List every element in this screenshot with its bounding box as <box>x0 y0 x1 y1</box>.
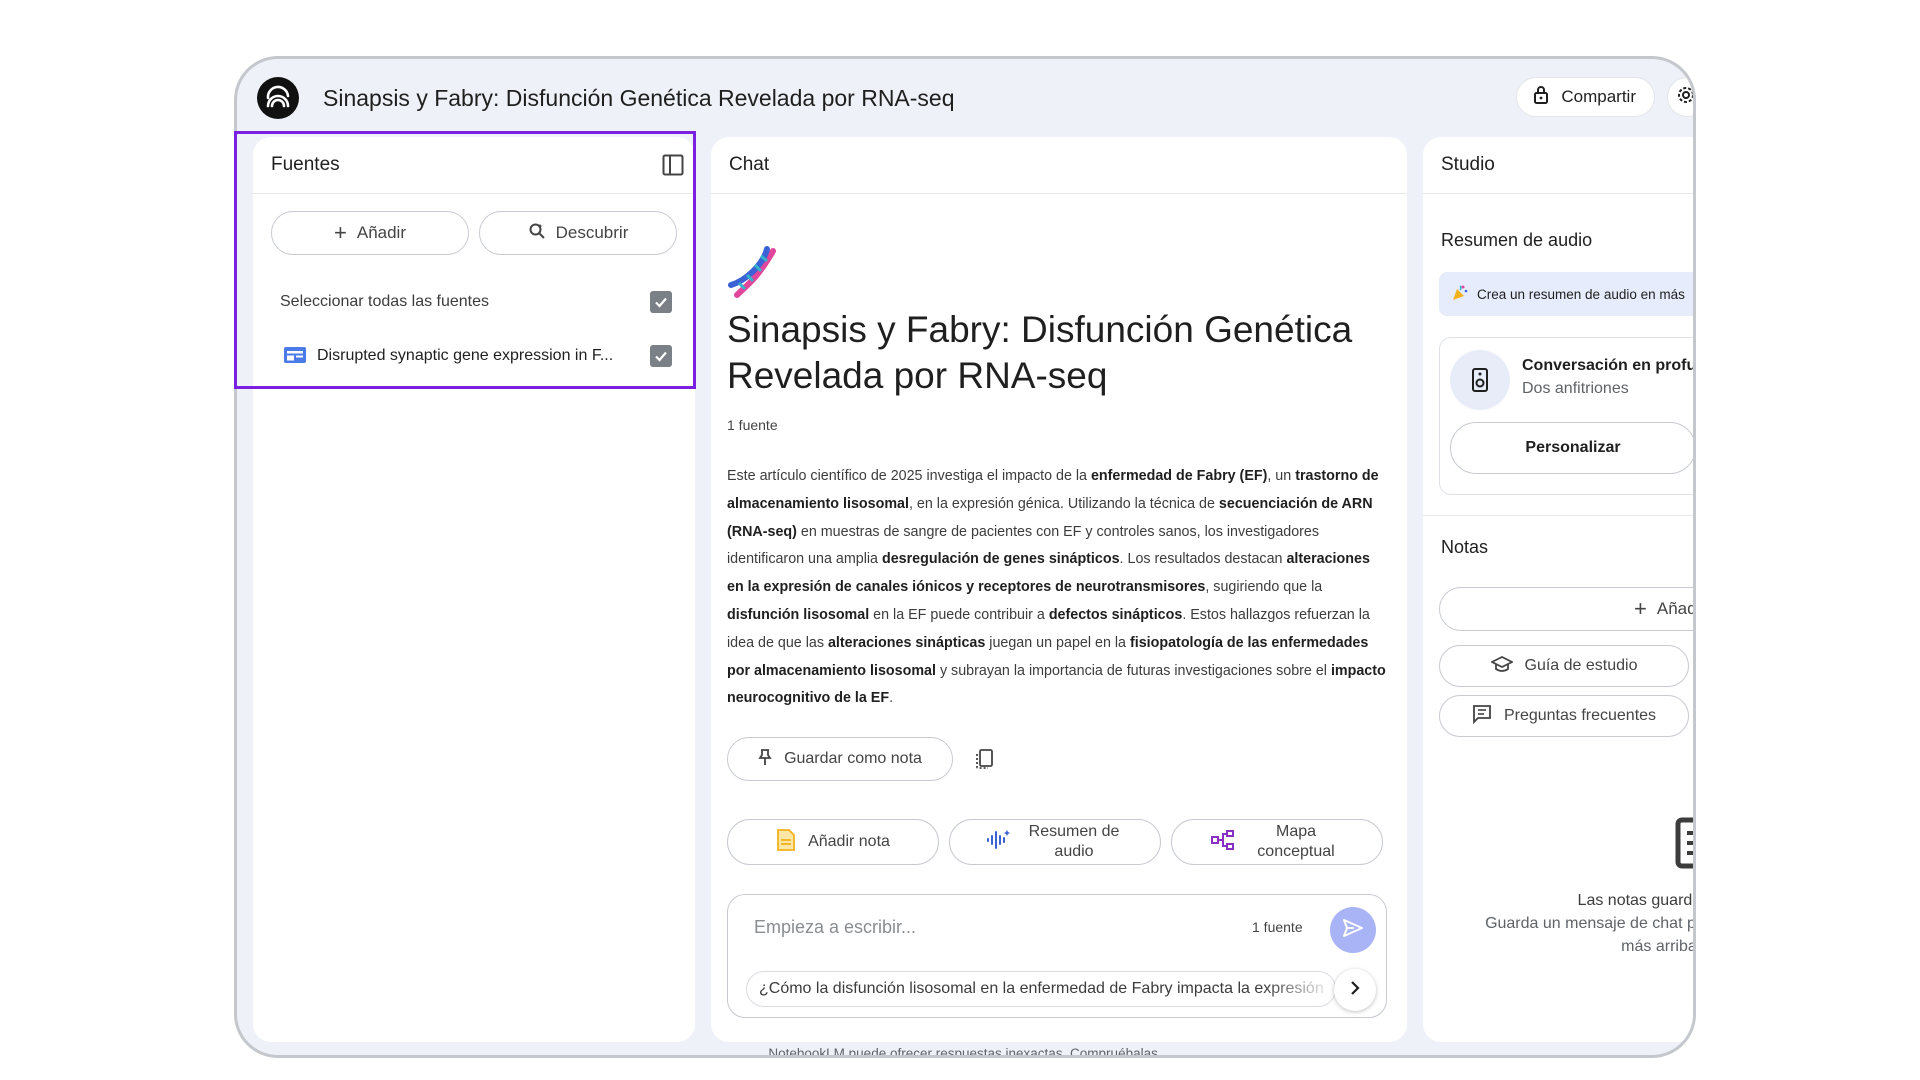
summary-bold-segment: alteraciones sinápticas <box>827 634 986 651</box>
party-popper-icon <box>1451 284 1469 305</box>
summary-bold-segment: defectos sinápticos <box>1048 606 1183 623</box>
sources-title: Fuentes <box>271 154 340 175</box>
audio-summary-label: Resumen de audio <box>1028 823 1120 860</box>
studio-add-note-label: Añadi <box>1656 599 1696 618</box>
notebooklm-logo-icon[interactable] <box>257 77 299 119</box>
studio-title: Studio <box>1441 154 1495 175</box>
notes-empty-line-1: Guarda un mensaje de chat para <box>1485 915 1696 932</box>
summary-segment: Este artículo científico de 2025 investi… <box>727 468 1091 484</box>
customize-button[interactable]: Personalizar <box>1450 422 1693 474</box>
audio-card-subtitle: Dos anfitriones <box>1522 380 1629 397</box>
pin-icon <box>758 748 772 771</box>
select-all-checkbox[interactable] <box>650 291 672 313</box>
study-guide-label: Guía de estudio <box>1524 657 1638 674</box>
discover-search-icon <box>528 222 546 245</box>
notes-empty-icon <box>1675 817 1693 874</box>
summary-segment: , en la expresión génica. Utilizando la … <box>908 495 1219 512</box>
send-button[interactable] <box>1330 907 1376 953</box>
source-item-checkbox[interactable] <box>650 345 672 367</box>
save-as-note-label: Guardar como nota <box>784 750 922 767</box>
disclaimer-footer: NotebookLM puede ofrecer respuestas inex… <box>768 1046 1162 1058</box>
concept-map-label: Mapa conceptual <box>1257 823 1335 860</box>
audio-summary-section-title: Resumen de audio <box>1441 230 1593 250</box>
plus-icon: + <box>1634 596 1647 621</box>
dna-icon <box>727 245 783 306</box>
speaker-icon <box>1450 350 1510 410</box>
audio-language-banner[interactable]: Crea un resumen de audio en más <box>1439 272 1693 316</box>
notes-section-title: Notas <box>1441 537 1489 557</box>
next-suggestion-button[interactable] <box>1334 969 1376 1011</box>
discover-label: Descubrir <box>555 223 629 242</box>
study-guide-button[interactable]: Guía de estudio <box>1439 645 1689 687</box>
notebook-title[interactable]: Sinapsis y Fabry: Disfunción Genética Re… <box>323 85 955 112</box>
concept-map-button[interactable]: Mapa conceptual <box>1171 819 1383 865</box>
studio-divider <box>1423 515 1693 516</box>
graduation-cap-icon <box>1489 655 1514 678</box>
lock-icon <box>1533 85 1549 110</box>
sources-header: Fuentes <box>253 137 695 194</box>
settings-button[interactable] <box>1667 77 1693 117</box>
summary-segment: en la EF puede contribuir a <box>869 606 1049 623</box>
summary-bold-segment: disfunción lisosomal <box>727 606 870 623</box>
chat-title: Chat <box>729 154 770 175</box>
faq-label: Preguntas frecuentes <box>1503 707 1657 724</box>
studio-panel: Studio Resumen de audio Crea un resumen … <box>1423 137 1696 1042</box>
studio-add-note-button[interactable]: + Añadi <box>1439 587 1696 631</box>
save-as-note-button[interactable]: Guardar como nota <box>727 737 953 781</box>
audio-card-title: Conversación en profun <box>1522 357 1696 374</box>
source-item[interactable]: Disrupted synaptic gene expression in F.… <box>253 333 695 377</box>
copy-icon[interactable] <box>973 747 997 776</box>
composer-source-count: 1 fuente <box>1252 919 1303 935</box>
share-button[interactable]: Compartir <box>1516 77 1655 117</box>
top-bar: Sinapsis y Fabry: Disfunción Genética Re… <box>237 59 1693 139</box>
document-icon <box>283 345 307 370</box>
audio-summary-button[interactable]: Resumen de audio <box>949 819 1161 865</box>
source-item-label: Disrupted synaptic gene expression in F.… <box>317 347 614 364</box>
add-source-label: Añadir <box>356 223 406 242</box>
audio-wave-icon <box>986 828 1012 857</box>
audio-banner-text: Crea un resumen de audio en más <box>1477 286 1685 302</box>
plus-icon: + <box>334 220 347 245</box>
notebook-summary: Este artículo científico de 2025 investi… <box>727 463 1387 713</box>
summary-segment: , un <box>1267 468 1296 484</box>
concept-map-icon <box>1210 829 1236 856</box>
suggestion-fade <box>1265 972 1335 1006</box>
sources-panel: Fuentes + Añadir Descubrir Seleccionar t… <box>253 137 695 1042</box>
add-note-button[interactable]: Añadir nota <box>727 819 939 865</box>
notes-empty-title: Las notas guardada <box>1577 892 1693 909</box>
app-window: Sinapsis y Fabry: Disfunción Genética Re… <box>234 56 1696 1058</box>
suggested-question[interactable]: ¿Cómo la disfunción lisosomal en la enfe… <box>746 971 1336 1007</box>
faq-button[interactable]: Preguntas frecuentes <box>1439 695 1689 737</box>
chat-header: Chat <box>711 137 1407 194</box>
add-source-button[interactable]: + Añadir <box>271 211 469 255</box>
chat-heading: Sinapsis y Fabry: Disfunción Genética Re… <box>727 309 1353 396</box>
summary-bold-segment: desregulación de genes sinápticos <box>881 551 1120 568</box>
chat-panel: Chat Sinapsis y Fabry: Disfunción Genéti… <box>711 137 1407 1042</box>
select-all-label: Seleccionar todas las fuentes <box>280 293 490 310</box>
discover-button[interactable]: Descubrir <box>479 211 677 255</box>
summary-segment: y subrayan la importancia de futuras inv… <box>935 662 1331 679</box>
summary-segment: . Los resultados destacan <box>1119 551 1287 568</box>
summary-segment: . <box>889 690 894 707</box>
notes-empty-text: Las notas guardada Guarda un mensaje de … <box>1429 889 1696 958</box>
suggested-question-text: ¿Cómo la disfunción lisosomal en la enfe… <box>759 980 1324 997</box>
collapse-panel-icon[interactable] <box>661 153 685 182</box>
chat-source-count: 1 fuente <box>727 417 778 433</box>
chevron-right-icon <box>1349 980 1361 1001</box>
share-label: Compartir <box>1561 87 1636 106</box>
summary-bold-segment: enfermedad de Fabry (EF) <box>1090 468 1268 484</box>
add-note-label: Añadir nota <box>808 833 890 850</box>
chat-input[interactable]: Empieza a escribir... <box>754 917 916 938</box>
summary-segment: juegan un papel en la <box>985 634 1130 651</box>
send-icon <box>1342 918 1364 943</box>
summary-segment: , sugiriendo que la <box>1205 579 1323 596</box>
studio-header: Studio <box>1423 137 1693 194</box>
chat-composer: Empieza a escribir... 1 fuente ¿Cómo la … <box>727 894 1387 1018</box>
audio-overview-card: Conversación en profun Dos anfitriones P… <box>1439 337 1696 495</box>
gear-icon <box>1676 85 1693 110</box>
faq-chat-icon <box>1472 704 1492 729</box>
note-icon <box>776 828 796 857</box>
notes-empty-line-2: más arriba en <box>1621 938 1696 955</box>
